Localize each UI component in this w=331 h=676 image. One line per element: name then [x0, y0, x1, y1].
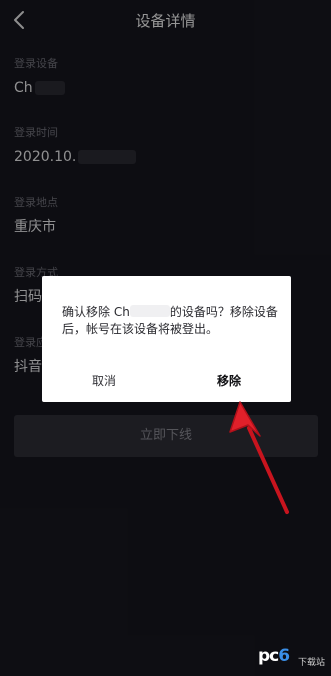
remove-device-dialog: 确认移除 Ch 的设备吗？移除设备后，帐号在该设备将被登出。 取消 移除	[42, 276, 291, 402]
redacted-block	[129, 305, 170, 317]
dialog-message: 确认移除 Ch 的设备吗？移除设备后，帐号在该设备将被登出。	[62, 304, 278, 338]
dialog-message-part1: 确认移除 Ch	[62, 305, 130, 319]
remove-button[interactable]: 移除	[167, 373, 291, 389]
watermark-logo-text: pc6	[258, 646, 290, 666]
watermark-logo: pc6 下载站	[258, 646, 328, 672]
cancel-button[interactable]: 取消	[42, 373, 166, 389]
watermark-subtext: 下载站	[298, 658, 326, 668]
